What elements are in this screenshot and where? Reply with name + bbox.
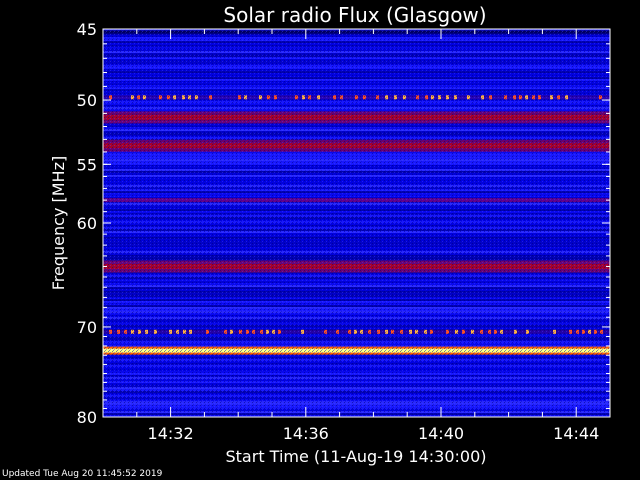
x-tick-label: 14:44 (553, 424, 599, 443)
y-tick-label: 50 (77, 91, 97, 110)
x-tick-label: 14:40 (418, 424, 464, 443)
x-axis-label: Start Time (11-Aug-19 14:30:00) (226, 447, 487, 466)
y-tick-label: 80 (77, 408, 97, 427)
y-tick-label: 70 (77, 318, 97, 337)
x-tick-label: 14:36 (283, 424, 329, 443)
plot-noise-overlay (103, 29, 610, 417)
updated-timestamp: Updated Tue Aug 20 11:45:52 2019 (2, 469, 163, 479)
y-tick-label: 55 (77, 155, 97, 174)
spectrogram-chart: 45 50 55 60 70 80 14:32 14:36 14:40 14:44 Solar … (49, 3, 611, 466)
y-tick-label: 45 (77, 20, 97, 39)
y-axis-label: Frequency [MHz] (49, 156, 68, 290)
chart-title: Solar radio Flux (Glasgow) (223, 3, 486, 27)
y-tick-label: 60 (77, 214, 97, 233)
x-tick-label: 14:32 (148, 424, 194, 443)
